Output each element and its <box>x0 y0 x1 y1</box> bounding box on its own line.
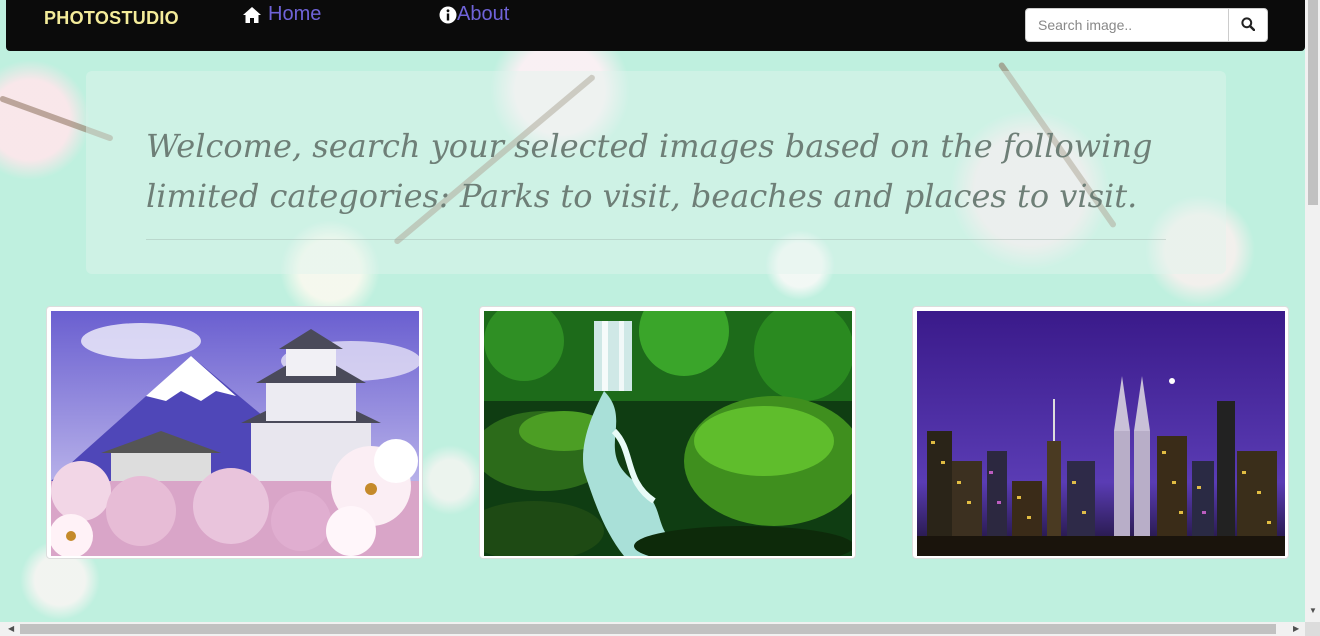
scroll-left-arrow-icon[interactable]: ◀ <box>8 624 14 633</box>
scroll-right-arrow-icon[interactable]: ▶ <box>1293 624 1299 633</box>
horizontal-scrollbar-thumb[interactable] <box>20 624 1276 634</box>
search-form <box>1025 8 1268 42</box>
page-background: Welcome, search your selected images bas… <box>0 0 1305 622</box>
home-icon <box>242 6 262 24</box>
nav-home-label: Home <box>268 3 322 25</box>
vertical-scrollbar[interactable]: ▼ <box>1305 0 1320 622</box>
search-icon <box>1241 16 1256 34</box>
welcome-text: Welcome, search your selected images bas… <box>146 127 1153 215</box>
forest-waterfall-image <box>484 311 852 556</box>
info-icon <box>439 6 457 24</box>
gallery-item-skyline[interactable] <box>912 306 1289 559</box>
gallery-item-castle[interactable] <box>46 306 423 559</box>
city-skyline-at-night-image <box>917 311 1285 556</box>
divider <box>146 239 1166 240</box>
brand-logo[interactable]: PHOTOSTUDIO <box>44 8 179 29</box>
nav-home-link[interactable]: Home <box>242 3 321 26</box>
nav-about-link[interactable]: About <box>439 3 509 26</box>
scrollbar-corner <box>1305 622 1320 636</box>
top-navbar: PHOTOSTUDIO Home About <box>6 0 1305 51</box>
search-button[interactable] <box>1228 9 1267 41</box>
welcome-jumbotron: Welcome, search your selected images bas… <box>86 71 1226 274</box>
vertical-scrollbar-thumb[interactable] <box>1308 0 1318 205</box>
horizontal-scrollbar[interactable]: ◀ ▶ <box>0 622 1305 636</box>
search-input[interactable] <box>1026 9 1229 41</box>
nav-about-label: About <box>457 3 510 25</box>
japanese-castle-with-mount-fuji-image <box>51 311 419 556</box>
gallery-item-waterfall[interactable] <box>479 306 856 559</box>
scroll-down-arrow-icon[interactable]: ▼ <box>1309 606 1317 615</box>
